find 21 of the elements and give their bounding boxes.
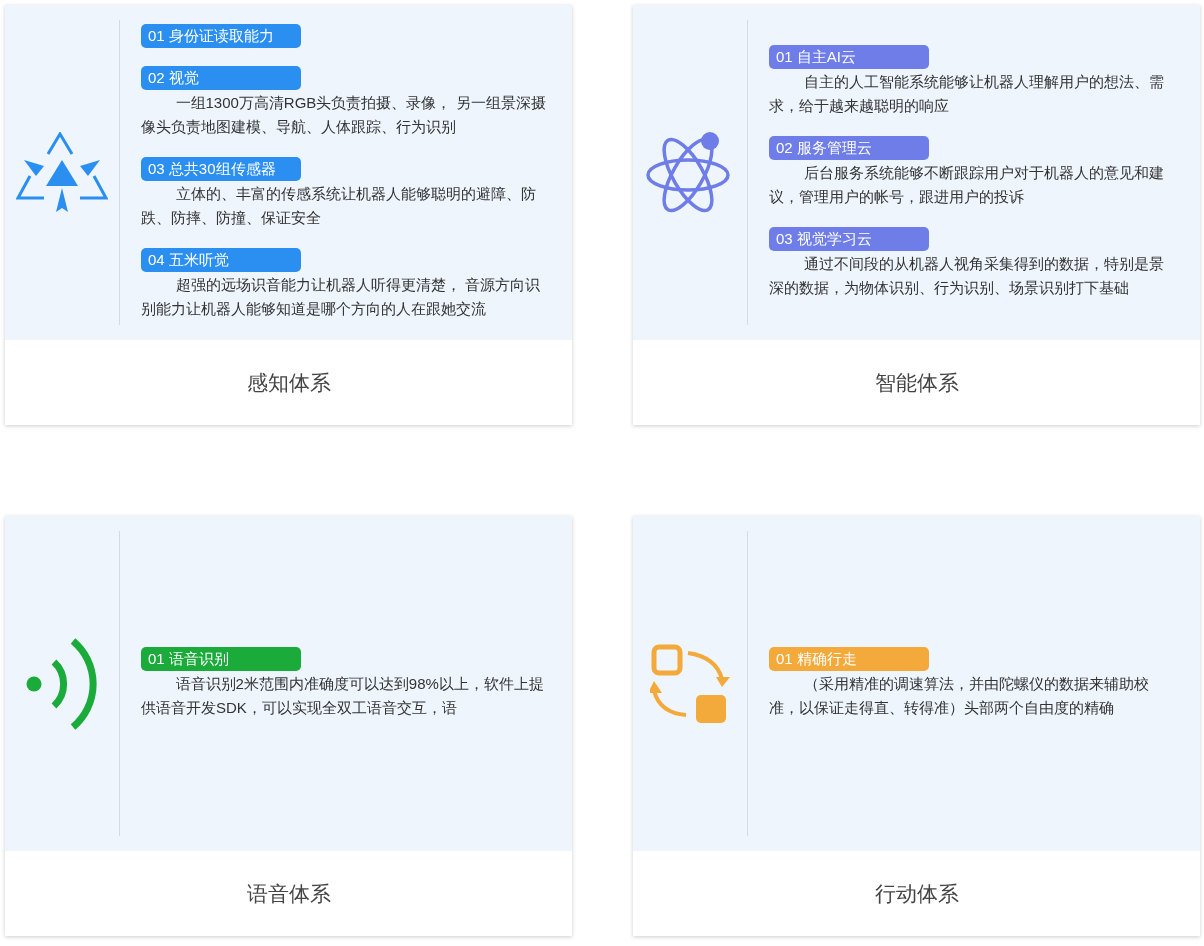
feature-label: 01 身份证读取能力 xyxy=(141,24,301,48)
feature-label: 02 视觉 xyxy=(141,66,301,90)
feature-label: 01 自主AI云 xyxy=(769,45,929,69)
card-title: 行动体系 xyxy=(874,880,959,907)
card-title: 语音体系 xyxy=(246,880,331,907)
feature-description: （采用精准的调速算法，并由陀螺仪的数据来辅助校准，以保证走得直、转得准）头部两个自由度的精确 xyxy=(769,674,1150,718)
feature-label: 03 视觉学习云 xyxy=(769,227,929,251)
feature-label: 04 五米听觉 xyxy=(141,248,301,272)
feature-description: 立体的、丰富的传感系统让机器人能够聪明的避障、防跌、防摔、防撞、保证安全 xyxy=(141,184,537,228)
feature-label: 01 语音识别 xyxy=(141,647,301,671)
feature-description: 自主的人工智能系统能够让机器人理解用户的想法、需求，给于越来越聪明的响应 xyxy=(769,72,1165,116)
feature-description: 后台服务系统能够不断跟踪用户对于机器人的意见和建议，管理用户的帐号，跟进用户的投诉 xyxy=(769,163,1165,207)
feature-description: 超强的远场识音能力让机器人听得更清楚， 音源方向识别能力让机器人能够知道是哪个方向的人在跟她交流 xyxy=(141,275,541,319)
feature-label: 03 总共30组传感器 xyxy=(141,157,301,181)
feature-description: 一组1300万高清RGB头负责拍摄、录像， 另一组景深摄像头负责地图建模、导航、人体跟踪、行为识别 xyxy=(141,93,547,137)
card-title: 感知体系 xyxy=(246,369,331,396)
feature-label: 01 精确行走 xyxy=(769,647,929,671)
feature-description: 通过不间段的从机器人视角采集得到的数据，特别是景深的数据，为物体识别、行为识别、场景识别打下基础 xyxy=(769,254,1165,298)
feature-label: 02 服务管理云 xyxy=(769,136,929,160)
card-title: 智能体系 xyxy=(874,369,959,396)
feature-description: 语音识别2米范围内准确度可以达到98%以上，软件上提供语音开发SDK，可以实现全双工语音交互，语 xyxy=(141,674,545,718)
